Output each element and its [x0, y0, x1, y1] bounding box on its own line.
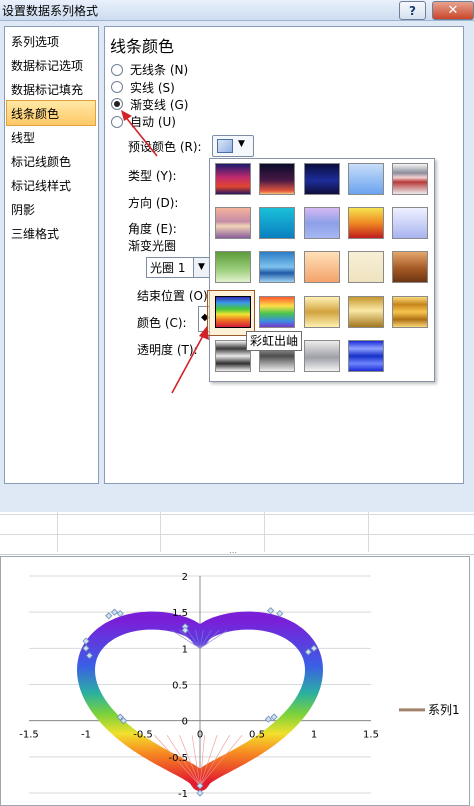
y-tick-label: 1.5 [172, 608, 188, 619]
x-tick-label: 0 [197, 730, 203, 741]
y-tick-label: 1 [182, 644, 188, 655]
data-point [267, 607, 275, 615]
legend-label: 系列1 [428, 703, 460, 717]
y-tick-label: -0.5 [168, 753, 188, 764]
format-data-series-dialog: 设置数据系列格式 ? ✕ 系列选项 数据标记选项 数据标记填充 线条颜色 线型 … [0, 0, 474, 512]
x-tick-label: -0.5 [133, 730, 153, 741]
arrow-head-gradient [121, 110, 132, 121]
arrow-to-gradient-radio [123, 114, 158, 157]
arrow-head-color [199, 326, 209, 340]
x-tick-label: -1.5 [19, 730, 39, 741]
y-tick-label: -1 [178, 789, 188, 800]
scatter-chart[interactable]: -1.5 -1 -0.5 0 0.5 1 1.5 -1 -0.5 0 0.5 1 1.5 2 系列1 [1, 557, 469, 805]
x-tick-label: -1 [81, 730, 91, 741]
data-point [196, 789, 204, 797]
data-point [116, 610, 124, 618]
x-tick-label: 0.5 [249, 730, 265, 741]
x-tick-label: 1.5 [363, 730, 379, 741]
arrow-to-color-button [171, 331, 206, 394]
chart-area[interactable]: -1.5 -1 -0.5 0 0.5 1 1.5 -1 -0.5 0 0.5 1 1.5 2 系列1 [0, 556, 470, 806]
data-point [270, 713, 278, 721]
data-point [110, 608, 119, 616]
data-point [264, 715, 272, 723]
data-point [276, 610, 284, 618]
data-point [105, 612, 113, 620]
y-tick-label: 0 [182, 717, 188, 728]
y-tick-label: 0.5 [172, 681, 188, 692]
y-tick-label: 2 [182, 572, 188, 583]
annotation-arrows [121, 110, 209, 394]
x-tick-label: 1 [311, 730, 317, 741]
